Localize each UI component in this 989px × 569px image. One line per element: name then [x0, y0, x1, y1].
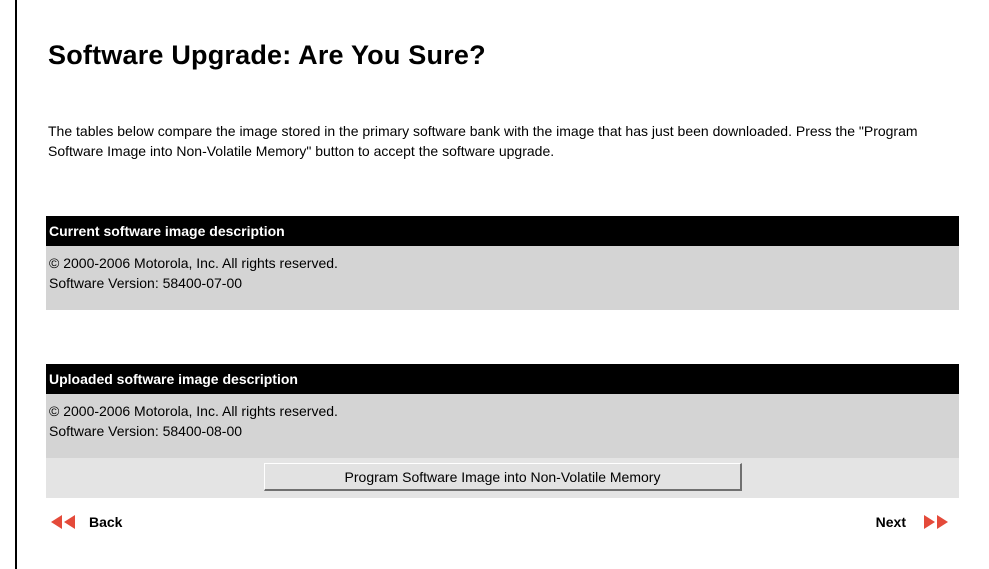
- intro-text: The tables below compare the image store…: [48, 123, 918, 159]
- current-image-header: Current software image description: [46, 216, 959, 246]
- next-label: Next: [875, 514, 906, 530]
- uploaded-copyright: © 2000-2006 Motorola, Inc. All rights re…: [49, 403, 338, 419]
- uploaded-version: Software Version: 58400-08-00: [49, 423, 243, 439]
- double-arrow-right-icon: [924, 515, 948, 529]
- frame-border: [15, 0, 17, 569]
- current-version: Software Version: 58400-07-00: [49, 275, 243, 291]
- page-title: Software Upgrade: Are You Sure?: [48, 40, 486, 70]
- uploaded-image-header: Uploaded software image description: [46, 364, 959, 394]
- program-software-button[interactable]: Program Software Image into Non-Volatile…: [264, 463, 742, 491]
- program-button-row: Program Software Image into Non-Volatile…: [46, 458, 959, 498]
- next-link[interactable]: Next: [876, 514, 948, 530]
- back-label: Back: [89, 514, 123, 530]
- double-arrow-left-icon: [51, 515, 75, 529]
- current-image-description: © 2000-2006 Motorola, Inc. All rights re…: [46, 246, 959, 310]
- uploaded-image-description: © 2000-2006 Motorola, Inc. All rights re…: [46, 394, 959, 458]
- back-link[interactable]: Back: [51, 514, 122, 530]
- current-copyright: © 2000-2006 Motorola, Inc. All rights re…: [49, 255, 338, 271]
